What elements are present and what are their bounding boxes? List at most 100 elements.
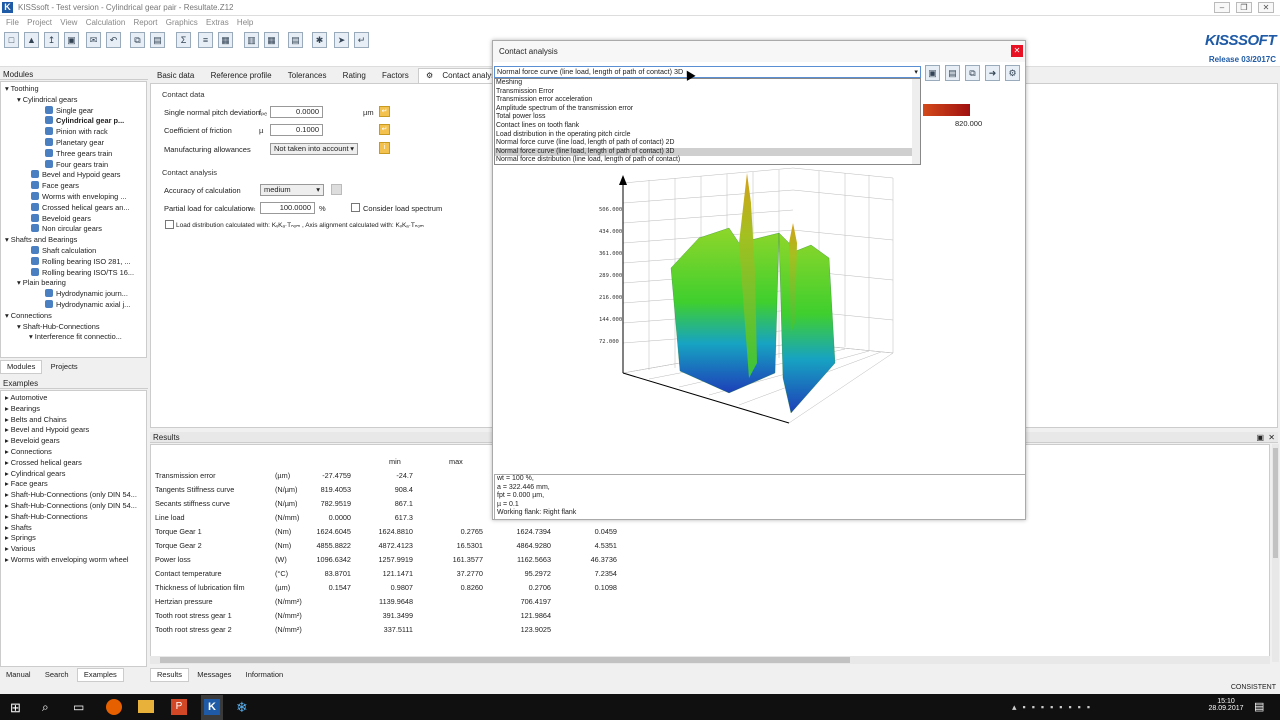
- menu-extras[interactable]: Extras: [206, 16, 229, 29]
- tree-item-interference-fit[interactable]: ▾ Interference fit connectio...: [1, 332, 146, 343]
- copy-graphic-icon[interactable]: ⧉: [965, 65, 980, 81]
- menu-help[interactable]: Help: [237, 16, 253, 29]
- tree-item-single-gear[interactable]: Single gear: [1, 105, 146, 117]
- clock[interactable]: 15:10 28.09.2017: [1206, 698, 1246, 712]
- save-icon[interactable]: ▣: [64, 32, 79, 48]
- info-icon[interactable]: i: [379, 142, 390, 154]
- example-item[interactable]: ▸ Bearings: [1, 404, 146, 415]
- tree-item-toothing[interactable]: ▾ Toothing: [1, 84, 146, 95]
- undo-icon[interactable]: ↶: [106, 32, 121, 48]
- tab-projects[interactable]: Projects: [45, 361, 84, 373]
- firefox-icon[interactable]: [106, 699, 122, 715]
- tab-messages[interactable]: Messages: [191, 669, 237, 681]
- return-icon[interactable]: ↵: [354, 32, 369, 48]
- option-transmission-error[interactable]: Transmission Error: [495, 88, 920, 97]
- example-item[interactable]: ▸ Beveloid gears: [1, 436, 146, 447]
- tab-rating[interactable]: Rating: [336, 69, 373, 83]
- windows-start-icon[interactable]: ⊞: [10, 700, 21, 716]
- dropdown-scrollbar[interactable]: [912, 79, 920, 164]
- pitch-deviation-input[interactable]: 0.0000: [270, 106, 323, 118]
- report-icon[interactable]: ≡: [198, 32, 213, 48]
- tree-item-shaft-hub[interactable]: ▾ Shaft-Hub-Connections: [1, 322, 146, 333]
- tree-item-bevel-hypoid[interactable]: Bevel and Hypoid gears: [1, 170, 146, 181]
- copy-icon[interactable]: ⧉: [130, 32, 145, 48]
- option-total-power-loss[interactable]: Total power loss: [495, 113, 920, 122]
- tree-item-plain-bearing[interactable]: ▾ Plain bearing: [1, 278, 146, 289]
- menu-report[interactable]: Report: [134, 16, 158, 29]
- menu-file[interactable]: File: [6, 16, 19, 29]
- menu-view[interactable]: View: [60, 16, 77, 29]
- tree-item-planetary-gear[interactable]: Planetary gear: [1, 137, 146, 149]
- close-window-button[interactable]: ✕: [1258, 2, 1274, 13]
- tree-item-four-gears-train[interactable]: Four gears train: [1, 159, 146, 171]
- example-item[interactable]: ▸ Various: [1, 544, 146, 555]
- gear-tool-icon[interactable]: ✱: [312, 32, 327, 48]
- network-app-icon[interactable]: ❄: [236, 699, 248, 716]
- tree-item-crossed-helical[interactable]: Crossed helical gears an...: [1, 202, 146, 214]
- results-scrollbar[interactable]: [1272, 444, 1279, 662]
- columns-icon[interactable]: ▤: [288, 32, 303, 48]
- example-item[interactable]: ▸ Automotive: [1, 393, 146, 404]
- arrow-apply-icon[interactable]: ↵: [379, 106, 390, 117]
- tree-item-face-gears[interactable]: Face gears: [1, 181, 146, 192]
- tree-item-rolling-bearing-281[interactable]: Rolling bearing ISO 281, ...: [1, 256, 146, 268]
- option-te-acceleration[interactable]: Transmission error acceleration: [495, 96, 920, 105]
- menu-project[interactable]: Project: [27, 16, 52, 29]
- system-tray-icons[interactable]: ▴▪▪▪▪▪▪▪▪: [1012, 702, 1096, 713]
- file-explorer-icon[interactable]: [138, 700, 154, 713]
- option-normal-force-3d[interactable]: Normal force curve (line load, length of…: [495, 147, 920, 157]
- tab-reference-profile[interactable]: Reference profile: [204, 69, 279, 83]
- load-spectrum-checkbox[interactable]: [351, 203, 360, 212]
- open-icon[interactable]: ▲: [24, 32, 39, 48]
- tab-manual[interactable]: Manual: [0, 669, 37, 681]
- example-item[interactable]: ▸ Belts and Chains: [1, 415, 146, 426]
- powerpoint-icon[interactable]: P: [171, 699, 187, 715]
- settings-icon[interactable]: ⚙: [1005, 65, 1020, 81]
- tree-item-hydro-journal[interactable]: Hydrodynamic journ...: [1, 289, 146, 300]
- option-amplitude-spectrum[interactable]: Amplitude spectrum of the transmission e…: [495, 105, 920, 114]
- graphic-type-select[interactable]: Normal force curve (line load, length of…: [494, 66, 921, 78]
- menu-graphics[interactable]: Graphics: [166, 16, 198, 29]
- kisssoft-taskbar-button[interactable]: K: [201, 695, 223, 720]
- save-graphic-icon[interactable]: ▣: [925, 65, 940, 81]
- pin-icon[interactable]: ▣: [1256, 432, 1264, 443]
- close-icon[interactable]: ✕: [1268, 432, 1275, 443]
- friction-input[interactable]: 0.1000: [270, 124, 323, 136]
- tree-item-shaft-calculation[interactable]: Shaft calculation: [1, 245, 146, 257]
- print-icon[interactable]: ▤: [945, 65, 960, 81]
- example-item[interactable]: ▸ Bevel and Hypoid gears: [1, 425, 146, 436]
- tab-factors[interactable]: Factors: [375, 69, 416, 83]
- tab-search[interactable]: Search: [39, 669, 75, 681]
- grid-icon[interactable]: ▦: [264, 32, 279, 48]
- tab-tolerances[interactable]: Tolerances: [281, 69, 334, 83]
- tree-item-rolling-bearing-16[interactable]: Rolling bearing ISO/TS 16...: [1, 267, 146, 279]
- dialog-close-button[interactable]: ✕: [1011, 45, 1023, 57]
- example-item[interactable]: ▸ Connections: [1, 447, 146, 458]
- minimize-button[interactable]: –: [1214, 2, 1230, 13]
- upload-icon[interactable]: ↥: [44, 32, 59, 48]
- sum-icon[interactable]: Σ: [176, 32, 191, 48]
- option-contact-lines[interactable]: Contact lines on tooth flank: [495, 122, 920, 131]
- option-normal-force-2d[interactable]: Normal force curve (line load, length of…: [495, 139, 920, 148]
- accuracy-select[interactable]: medium ▾: [260, 184, 324, 196]
- folder-icon[interactable]: ▤: [150, 32, 165, 48]
- notifications-icon[interactable]: ▤: [1254, 700, 1264, 713]
- tab-modules[interactable]: Modules: [0, 360, 43, 374]
- accuracy-settings-button[interactable]: [331, 184, 342, 195]
- example-item[interactable]: ▸ Face gears: [1, 479, 146, 490]
- table-icon[interactable]: ▥: [244, 32, 259, 48]
- allowances-select[interactable]: Not taken into account ▾: [270, 143, 358, 155]
- arrow-tool-icon[interactable]: ➤: [334, 32, 349, 48]
- tree-item-connections[interactable]: ▾ Connections: [1, 311, 146, 322]
- example-item[interactable]: ▸ Cylindrical gears: [1, 469, 146, 480]
- example-item[interactable]: ▸ Worms with enveloping worm wheel: [1, 555, 146, 566]
- tree-item-beveloid[interactable]: Beveloid gears: [1, 213, 146, 225]
- tree-item-worms[interactable]: Worms with enveloping ...: [1, 191, 146, 203]
- example-item[interactable]: ▸ Shafts: [1, 523, 146, 534]
- tree-item-pinion-with-rack[interactable]: Pinion with rack: [1, 127, 146, 138]
- arrow-apply-icon[interactable]: ↵: [379, 124, 390, 135]
- task-view-icon[interactable]: ▭: [73, 700, 84, 714]
- example-item[interactable]: ▸ Shaft-Hub-Connections (only DIN 54...: [1, 490, 146, 501]
- tree-item-hydro-axial[interactable]: Hydrodynamic axial j...: [1, 299, 146, 311]
- load-distribution-checkbox[interactable]: [165, 220, 174, 229]
